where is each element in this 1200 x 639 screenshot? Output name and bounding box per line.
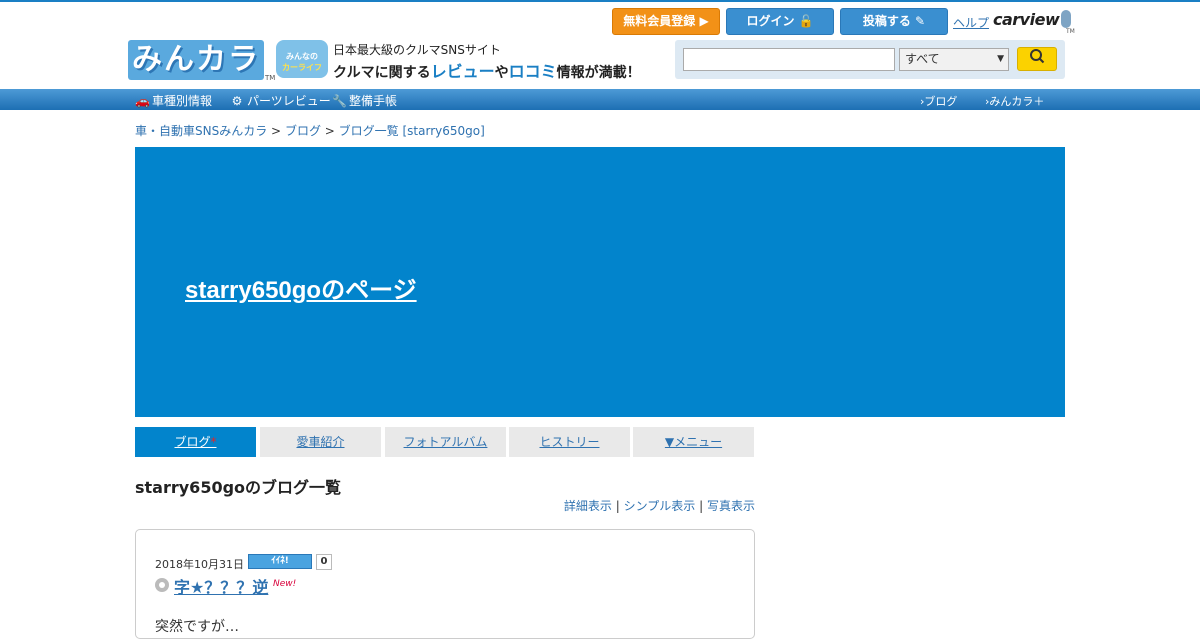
- tagline-post: 情報が満載！: [556, 65, 641, 81]
- carlife-line2: カーライフ: [282, 63, 322, 72]
- breadcrumb-separator: >: [324, 124, 335, 138]
- nav-right-label: みんカラ＋: [989, 95, 1045, 108]
- parts-icon: ⚙: [231, 94, 243, 108]
- carview-logo[interactable]: carview: [993, 10, 1072, 29]
- entry-body: 突然ですが…: [155, 619, 239, 635]
- wrench-icon: 🔧: [332, 94, 347, 108]
- banner-title-link[interactable]: starry650goのページ: [185, 270, 417, 305]
- nav-item-parts-review[interactable]: ⚙ パーツレビュー: [230, 92, 331, 109]
- tab-blog[interactable]: ブログ*: [135, 427, 256, 457]
- iine-button[interactable]: ｲｲﾈ!: [248, 554, 312, 569]
- car-icon: 🚗: [135, 94, 150, 108]
- minkara-logo[interactable]: みんカラ: [128, 40, 264, 80]
- search-icon: [1030, 49, 1045, 64]
- entry-date: 2018年10月31日: [155, 558, 244, 571]
- view-separator: |: [615, 499, 620, 513]
- search-box: すべて ▼: [675, 40, 1065, 79]
- logo-trademark: TM: [265, 74, 276, 82]
- new-badge: New!: [273, 579, 297, 589]
- tab-history[interactable]: ヒストリー: [509, 427, 630, 457]
- entry-bullet-icon: [155, 578, 169, 592]
- tagline-pre: クルマに関する: [333, 65, 431, 81]
- view-options: 詳細表示 | シンプル表示 | 写真表示: [564, 497, 755, 514]
- blog-entry-card: 2018年10月31日 ｲｲﾈ! 0 字★？？？逆 New! 突然ですが…: [135, 529, 755, 639]
- nav-item-label: 車種別情報: [152, 94, 213, 108]
- nav-item-label: パーツレビュー: [247, 94, 331, 108]
- search-scope-select[interactable]: すべて ▼: [899, 48, 1009, 71]
- tab-menu[interactable]: ▼メニュー: [633, 427, 754, 457]
- blog-list-title: starry650goのブログ一覧: [135, 478, 342, 497]
- search-button[interactable]: [1017, 47, 1057, 71]
- tab-label: ブログ: [174, 435, 211, 449]
- nav-item-maintenance[interactable]: 🔧 整備手帳: [332, 92, 397, 109]
- tagline-review: レビュー: [430, 62, 495, 81]
- tagline-sub: クルマに関するレビューやロコミ情報が満載！: [333, 58, 641, 82]
- chevron-down-icon: ▼: [997, 54, 1004, 64]
- register-button[interactable]: 無料会員登録 ▶: [612, 8, 720, 35]
- help-link[interactable]: ヘルプ: [953, 14, 989, 31]
- view-detail-link[interactable]: 詳細表示: [564, 499, 612, 513]
- nav-right-blog[interactable]: ›ブログ: [920, 93, 957, 109]
- carview-text: carview: [993, 10, 1060, 29]
- tab-marker: *: [210, 435, 217, 449]
- iine-count: 0: [316, 554, 332, 570]
- breadcrumb-link-top[interactable]: 車・自動車SNSみんカラ: [135, 124, 267, 138]
- search-scope-value: すべて: [905, 52, 940, 66]
- carview-trademark: TM: [1066, 28, 1075, 35]
- login-button[interactable]: ログイン 🔓: [726, 8, 834, 35]
- view-separator: |: [699, 499, 704, 513]
- post-button[interactable]: 投稿する ✎: [840, 8, 948, 35]
- carlife-logo: みんなの カーライフ: [276, 40, 328, 78]
- global-nav: 🚗 車種別情報 ⚙ パーツレビュー 🔧 整備手帳 ›ブログ ›みんカラ＋: [0, 89, 1200, 110]
- tab-car-intro[interactable]: 愛車紹介: [260, 427, 381, 457]
- breadcrumb-separator: >: [271, 124, 282, 138]
- carlife-line1: みんなの: [286, 52, 318, 61]
- tab-photo-album[interactable]: フォトアルバム: [385, 427, 506, 457]
- nav-item-car-info[interactable]: 🚗 車種別情報: [135, 92, 212, 109]
- breadcrumb-link-blog-list[interactable]: ブログ一覧 [starry650go]: [339, 124, 485, 138]
- nav-item-label: 整備手帳: [349, 94, 398, 108]
- view-simple-link[interactable]: シンプル表示: [624, 499, 696, 513]
- tagline-main: 日本最大級のクルマSNSサイト: [333, 43, 501, 57]
- site-header: みんカラ TM みんなの カーライフ 日本最大級のクルマSNSサイト クルマに関…: [0, 2, 1200, 89]
- carview-mark-icon: [1061, 10, 1072, 28]
- nav-right-minkara-plus[interactable]: ›みんカラ＋: [985, 93, 1044, 109]
- entry-title-link[interactable]: 字★？？？逆: [174, 574, 268, 598]
- tagline-kuchikomi: ロコミ: [508, 62, 557, 81]
- view-photo-link[interactable]: 写真表示: [707, 499, 755, 513]
- breadcrumb-link-blog[interactable]: ブログ: [285, 124, 321, 138]
- tagline-mid: や: [494, 65, 509, 81]
- user-page-banner: starry650goのページ: [135, 147, 1065, 417]
- breadcrumb: 車・自動車SNSみんカラ > ブログ > ブログ一覧 [starry650go]: [135, 122, 485, 139]
- nav-right-label: ブログ: [924, 95, 958, 108]
- search-input[interactable]: [683, 48, 895, 71]
